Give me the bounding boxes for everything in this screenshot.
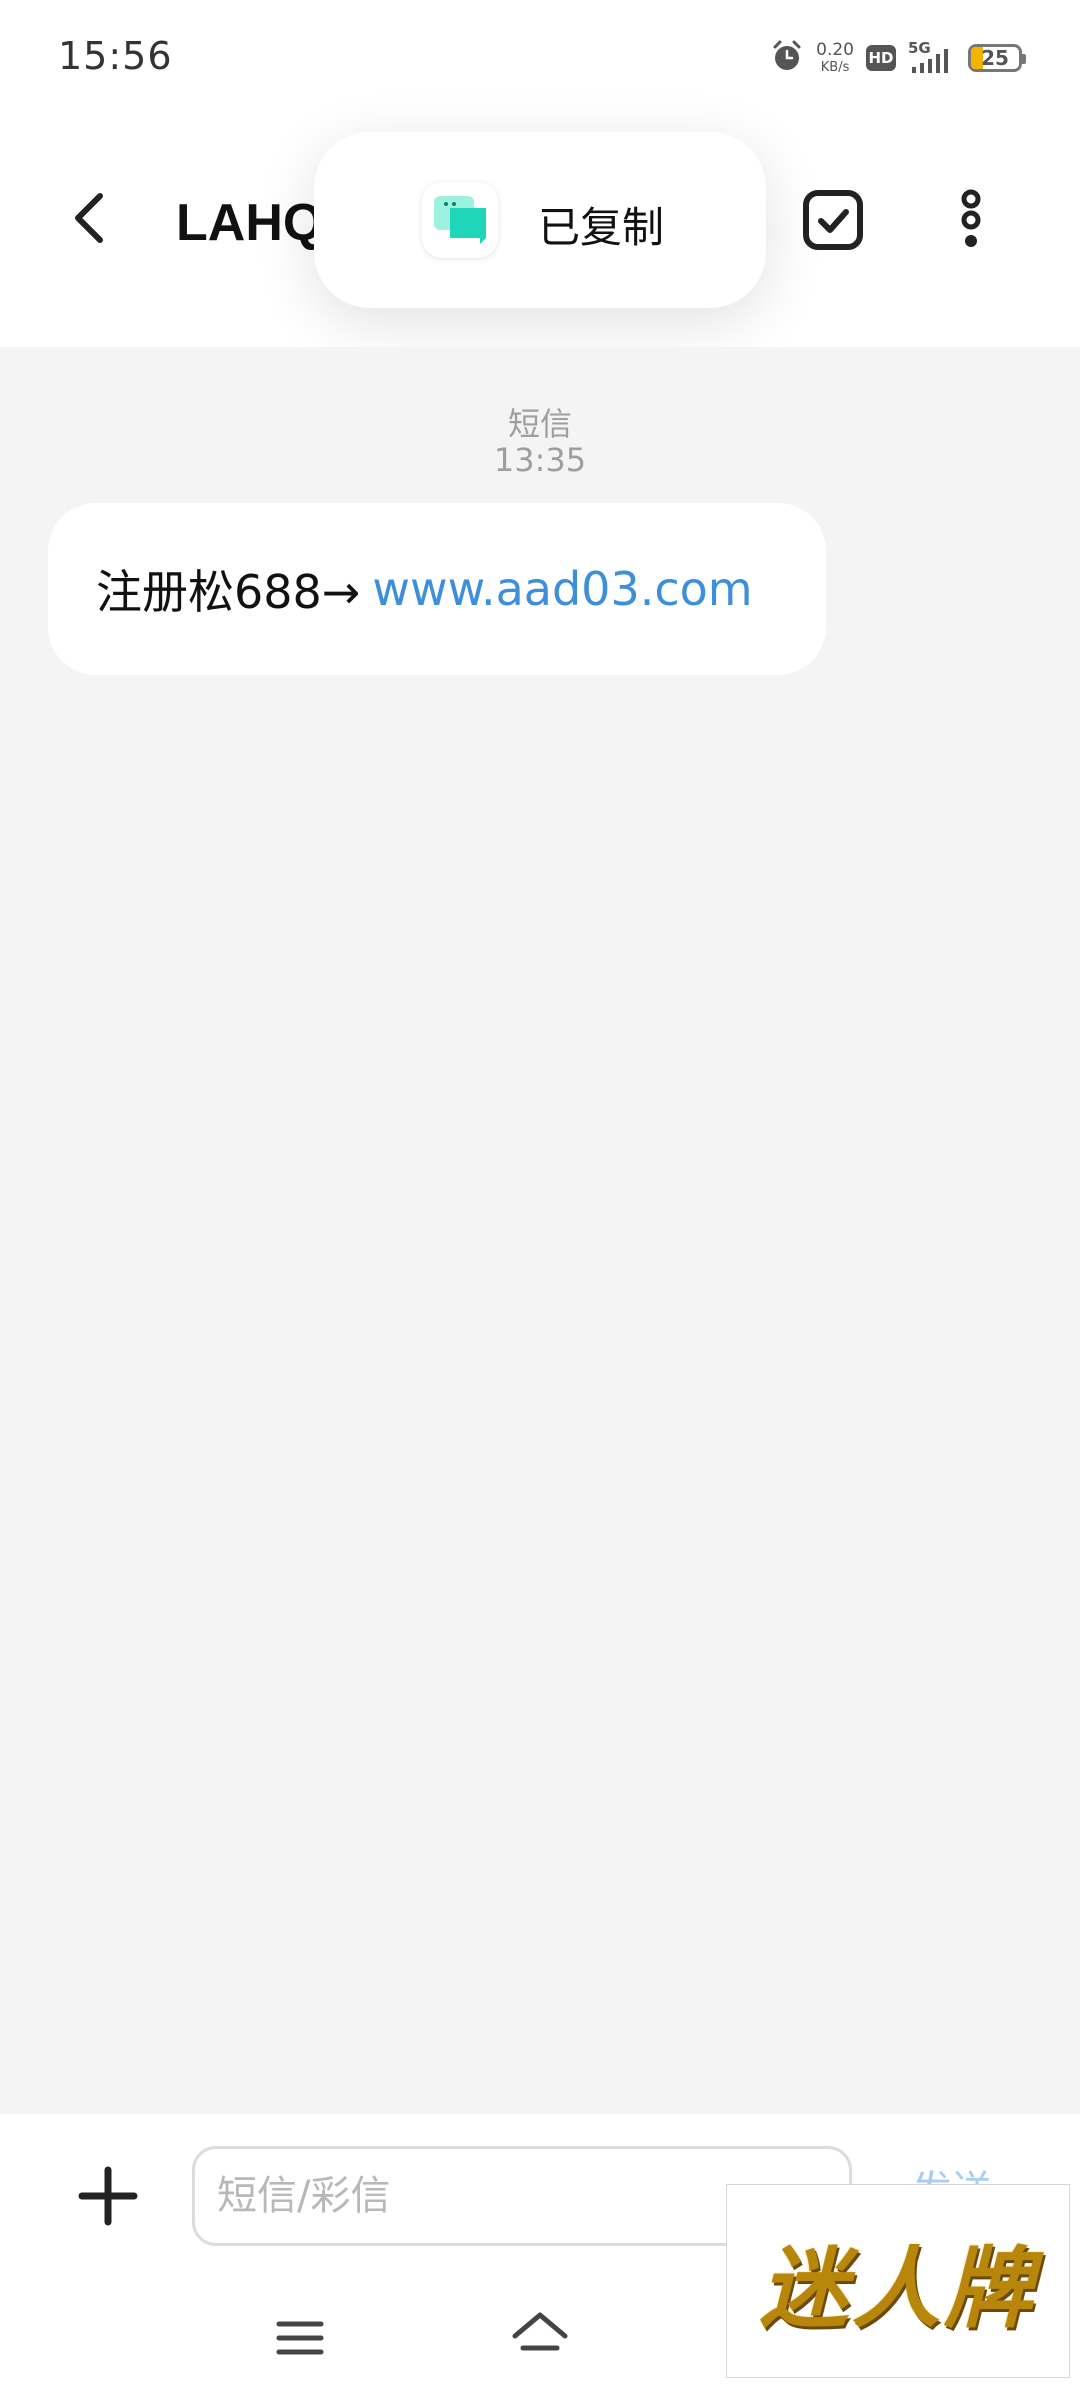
toast-label: 已复制: [538, 203, 665, 252]
watermark-text: 迷人牌: [759, 2235, 1036, 2340]
more-options-button[interactable]: [936, 187, 1006, 257]
home-icon: [511, 2310, 569, 2366]
message-link[interactable]: www.aad03.com: [372, 562, 752, 616]
message-timestamp: 13:35: [493, 441, 587, 479]
status-icons: 0.20 KB/s HD 5G 25: [770, 38, 1026, 78]
back-arrow-icon: [68, 190, 112, 250]
status-time: 15:56: [58, 34, 173, 78]
message-bubble[interactable]: 注册松688→ www.aad03.com: [48, 503, 826, 675]
copied-toast: 已复制: [314, 132, 766, 308]
network-speed-value: 0.20: [816, 40, 854, 60]
select-messages-button[interactable]: [798, 187, 868, 257]
network-speed: 0.20 KB/s: [816, 40, 854, 75]
watermark-logo: 迷人牌: [726, 2184, 1070, 2378]
back-button[interactable]: [50, 180, 130, 260]
menu-icon: [275, 2318, 325, 2362]
nav-menu-button[interactable]: [268, 2310, 332, 2370]
battery-level: 25: [981, 46, 1009, 70]
attach-button[interactable]: [68, 2158, 148, 2238]
checkbox-select-icon: [801, 188, 865, 256]
status-bar: 15:56 0.20 KB/s HD 5G 25: [0, 0, 1080, 115]
nav-home-button[interactable]: [506, 2306, 574, 2370]
alarm-icon: [770, 39, 804, 77]
message-type-label: 短信: [507, 405, 572, 443]
plus-icon: [78, 2166, 138, 2230]
signal-5g-icon: 5G: [908, 39, 956, 75]
more-vertical-icon: [951, 188, 991, 256]
network-speed-unit: KB/s: [820, 60, 850, 75]
hd-icon: HD: [866, 45, 896, 71]
contact-title: LAHQ: [176, 194, 324, 252]
message-text: 注册松688→: [96, 565, 361, 619]
message-list[interactable]: 短信 13:35 注册松688→ www.aad03.com: [0, 347, 1080, 2114]
clipboard-chat-icon: [422, 182, 498, 258]
battery-icon: 25: [968, 44, 1026, 72]
